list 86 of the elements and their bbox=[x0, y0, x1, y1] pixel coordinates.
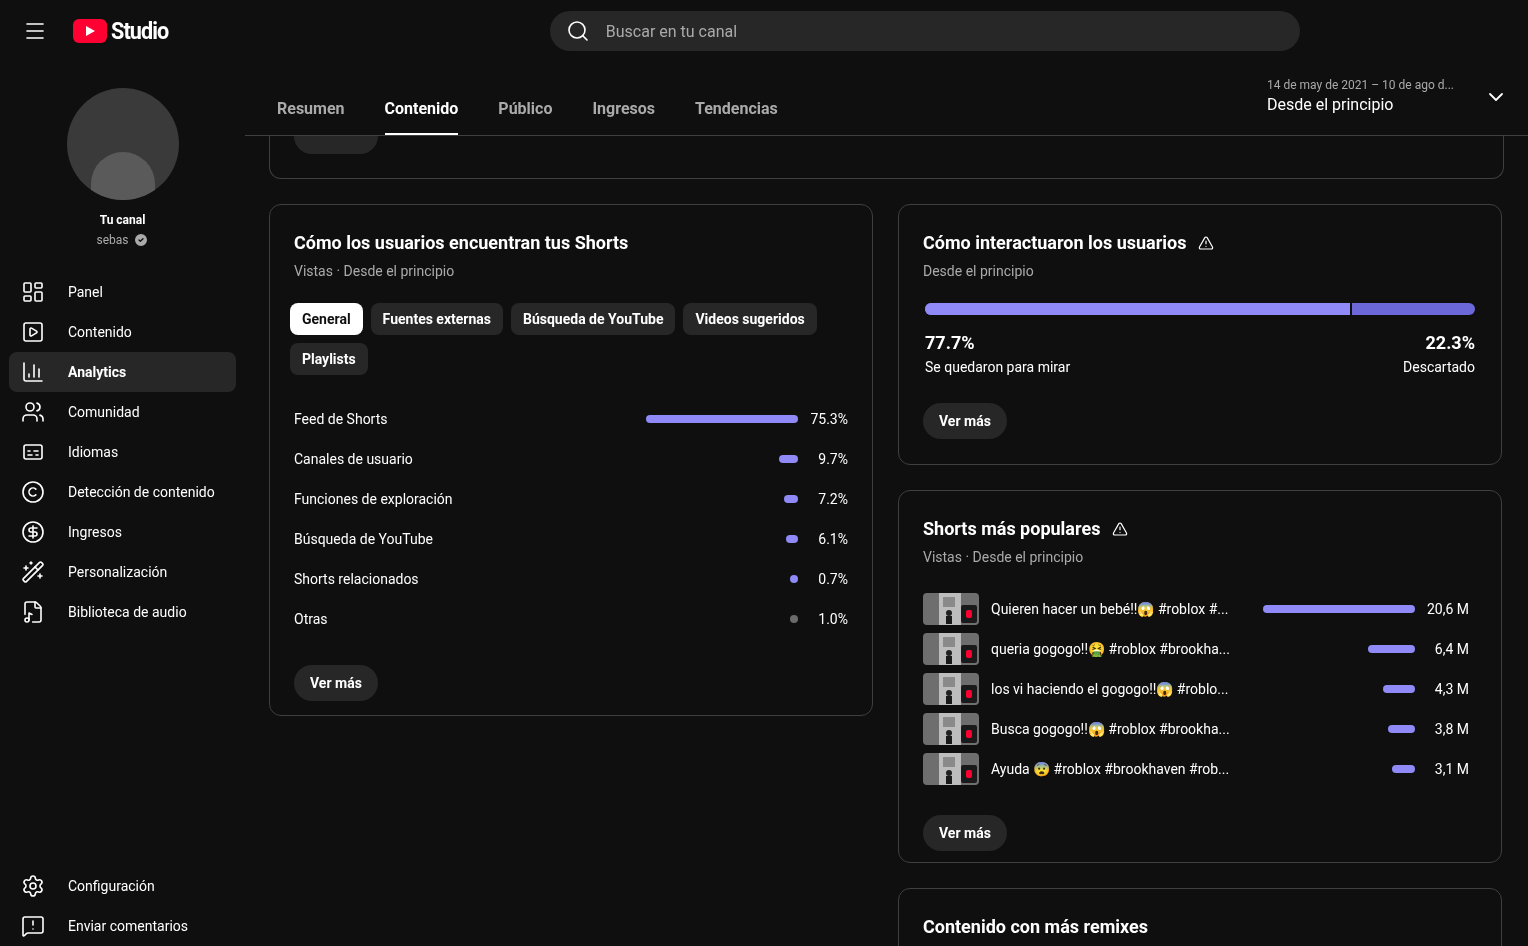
logo-text: Studio bbox=[111, 16, 169, 47]
short-row[interactable]: Quieren hacer un bebé!!😱 #roblox #... 20,6 M bbox=[923, 589, 1477, 629]
short-title: Ayuda 😨 #roblox #brookhaven #rob... bbox=[991, 760, 1231, 779]
short-row[interactable]: Busca gogogo!!😱 #roblox #brookha... 3,8 M bbox=[923, 709, 1477, 749]
percentage: 9.7% bbox=[817, 450, 848, 469]
source-label: Shorts relacionados bbox=[294, 570, 420, 589]
dollar-icon bbox=[21, 520, 45, 544]
tab[interactable]: Público bbox=[498, 87, 553, 135]
sidebar-item[interactable]: Ingresos bbox=[9, 512, 236, 552]
music-icon bbox=[21, 600, 45, 624]
sidebar-item[interactable]: Enviar comentarios bbox=[9, 906, 236, 946]
warning-icon bbox=[1198, 235, 1215, 251]
source-label: Búsqueda de YouTube bbox=[294, 530, 434, 549]
percentage: 0.7% bbox=[817, 570, 848, 589]
verified-icon bbox=[132, 232, 149, 248]
channel-label: Tu canal bbox=[99, 212, 146, 228]
view-count: 3,8 M bbox=[1433, 720, 1469, 739]
level-bar bbox=[1383, 685, 1415, 693]
source-label: Canales de usuario bbox=[294, 450, 414, 469]
stat-value: 77.7% bbox=[925, 331, 976, 355]
sidebar-item[interactable]: Contenido bbox=[9, 312, 236, 352]
source-label: Otras bbox=[294, 610, 329, 629]
settings-icon bbox=[21, 874, 45, 898]
source-label: Feed de Shorts bbox=[294, 410, 389, 429]
view-count: 20,6 M bbox=[1425, 600, 1469, 619]
level-bar bbox=[1368, 645, 1415, 653]
short-row[interactable]: Ayuda 😨 #roblox #brookhaven #rob... 3,1 M bbox=[923, 749, 1477, 789]
card-title: Contenido con más remixes bbox=[923, 915, 1149, 939]
see-more-button[interactable]: Ver más bbox=[923, 815, 1007, 851]
percentage: 75.3% bbox=[809, 410, 848, 429]
filter-chip[interactable]: Videos sugeridos bbox=[683, 303, 817, 335]
level-bar bbox=[1388, 725, 1415, 733]
dashboard-icon bbox=[21, 280, 45, 304]
card-title: Cómo interactuaron los usuarios bbox=[923, 231, 1187, 255]
stat-value: 22.3% bbox=[1425, 331, 1475, 355]
short-title: queria gogogo!!🤮 #roblox #brookha... bbox=[991, 640, 1231, 659]
see-more-button[interactable]: Ver más bbox=[923, 403, 1007, 439]
card-title: Cómo los usuarios encuentran tus Shorts bbox=[294, 231, 630, 255]
view-count: 6,4 M bbox=[1433, 640, 1469, 659]
search-field[interactable]: Buscar en tu canal bbox=[549, 11, 1300, 51]
short-title: los vi haciendo el gogogo!!😱 #roblo... bbox=[991, 680, 1230, 699]
percentage: 7.2% bbox=[817, 490, 848, 509]
percentage: 6.1% bbox=[817, 530, 848, 549]
copyright-icon bbox=[21, 480, 45, 504]
filter-chip[interactable]: Búsqueda de YouTube bbox=[511, 303, 676, 335]
tab[interactable]: Resumen bbox=[277, 87, 345, 135]
see-more-button[interactable]: Ver más bbox=[294, 665, 378, 701]
filter-chip[interactable]: Playlists bbox=[290, 343, 368, 375]
tab[interactable]: Contenido bbox=[384, 87, 459, 135]
short-title: Busca gogogo!!😱 #roblox #brookha... bbox=[991, 720, 1231, 739]
sidebar-item[interactable]: Configuración bbox=[9, 866, 236, 906]
sidebar-item[interactable]: Idiomas bbox=[9, 432, 236, 472]
magic-wand-icon bbox=[21, 560, 45, 584]
card-subtitle: Vistas · Desde el principio bbox=[923, 548, 1085, 567]
filter-chip[interactable]: General bbox=[290, 303, 363, 335]
percentage: 1.0% bbox=[817, 610, 848, 629]
sidebar-item[interactable]: Comunidad bbox=[9, 392, 236, 432]
sidebar-item[interactable]: Biblioteca de audio bbox=[9, 592, 236, 632]
filter-chip[interactable]: Fuentes externas bbox=[370, 303, 503, 335]
people-icon bbox=[21, 400, 45, 424]
source-label: Funciones de exploración bbox=[294, 490, 454, 509]
stat-label: Descartado bbox=[1403, 358, 1475, 377]
level-bar bbox=[1392, 765, 1415, 773]
tab[interactable]: Ingresos bbox=[592, 87, 656, 135]
short-row[interactable]: los vi haciendo el gogogo!!😱 #roblo... 4,3 M bbox=[923, 669, 1477, 709]
warning-icon bbox=[1112, 521, 1129, 537]
tab[interactable]: Tendencias bbox=[695, 87, 778, 135]
sidebar-item[interactable]: Panel bbox=[9, 272, 236, 312]
view-count: 4,3 M bbox=[1433, 680, 1469, 699]
play-logo-icon bbox=[73, 19, 107, 43]
bar-chart-icon bbox=[21, 360, 45, 384]
date-range-selector[interactable]: 14 de may de 2021 – 10 de ago d... Desde el principio bbox=[1266, 77, 1508, 117]
card-subtitle: Desde el principio bbox=[923, 262, 1035, 281]
view-count: 3,1 M bbox=[1433, 760, 1469, 779]
card-subtitle: Vistas · Desde el principio bbox=[294, 262, 456, 281]
feedback-icon bbox=[21, 914, 45, 938]
sidebar-item[interactable]: Detección de contenido bbox=[9, 472, 236, 512]
sidebar-item[interactable]: Personalización bbox=[9, 552, 236, 592]
search-icon bbox=[565, 19, 590, 43]
video-icon bbox=[21, 320, 45, 344]
stat-label: Se quedaron para mirar bbox=[925, 358, 1071, 377]
channel-name: sebas bbox=[96, 232, 129, 248]
short-title: Quieren hacer un bebé!!😱 #roblox #... bbox=[991, 600, 1230, 619]
card-title: Shorts más populares bbox=[923, 517, 1101, 541]
short-row[interactable]: queria gogogo!!🤮 #roblox #brookha... 6,4 M bbox=[923, 629, 1477, 669]
sidebar-item[interactable]: Analytics bbox=[9, 352, 236, 392]
